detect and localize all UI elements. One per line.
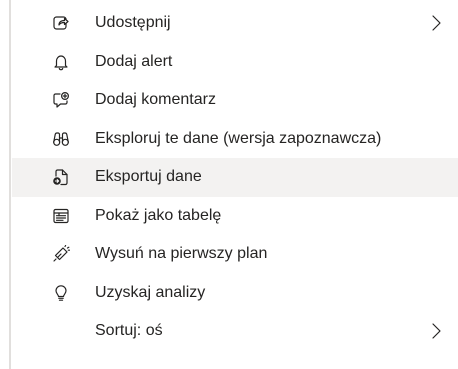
menu-item-label: Sortuj: oś xyxy=(95,322,163,340)
menu-item-label: Eksploruj te dane (wersja zapoznawcza) xyxy=(95,129,382,147)
spotlight-icon xyxy=(52,245,70,263)
menu-item-spotlight[interactable]: Wysuń na pierwszy plan xyxy=(12,235,458,274)
menu-item-label: Dodaj alert xyxy=(95,52,173,70)
menu-item-add-alert[interactable]: Dodaj alert xyxy=(12,43,458,82)
chevron-right-icon xyxy=(430,322,442,340)
menu-item-add-comment[interactable]: Dodaj komentarz xyxy=(12,81,458,120)
share-icon xyxy=(52,14,70,32)
menu-item-sort-axis[interactable]: Sortuj: oś xyxy=(12,312,458,351)
table-view-icon xyxy=(52,207,70,225)
menu-item-label: Eksportuj dane xyxy=(95,168,202,186)
menu-item-label: Udostępnij xyxy=(95,14,171,32)
binoculars-icon xyxy=(52,130,70,148)
lightbulb-icon xyxy=(52,284,70,302)
menu-item-label: Pokaż jako tabelę xyxy=(95,206,222,224)
menu-item-label: Dodaj komentarz xyxy=(95,91,216,109)
context-menu-page: Udostępnij Dodaj alert Dodaj komentarz E… xyxy=(0,0,458,369)
bell-icon xyxy=(52,53,70,71)
export-document-icon xyxy=(52,168,70,186)
visual-options-menu: Udostępnij Dodaj alert Dodaj komentarz E… xyxy=(12,4,458,351)
menu-item-show-as-table[interactable]: Pokaż jako tabelę xyxy=(12,197,458,236)
menu-item-get-insights[interactable]: Uzyskaj analizy xyxy=(12,274,458,313)
comment-add-icon xyxy=(52,91,70,109)
menu-left-border xyxy=(9,0,11,369)
menu-item-label: Uzyskaj analizy xyxy=(95,283,206,301)
menu-item-share[interactable]: Udostępnij xyxy=(12,4,458,43)
menu-item-export-data[interactable]: Eksportuj dane xyxy=(12,158,458,197)
menu-item-label: Wysuń na pierwszy plan xyxy=(95,245,268,263)
menu-item-explore-data[interactable]: Eksploruj te dane (wersja zapoznawcza) xyxy=(12,120,458,159)
chevron-right-icon xyxy=(430,14,442,32)
